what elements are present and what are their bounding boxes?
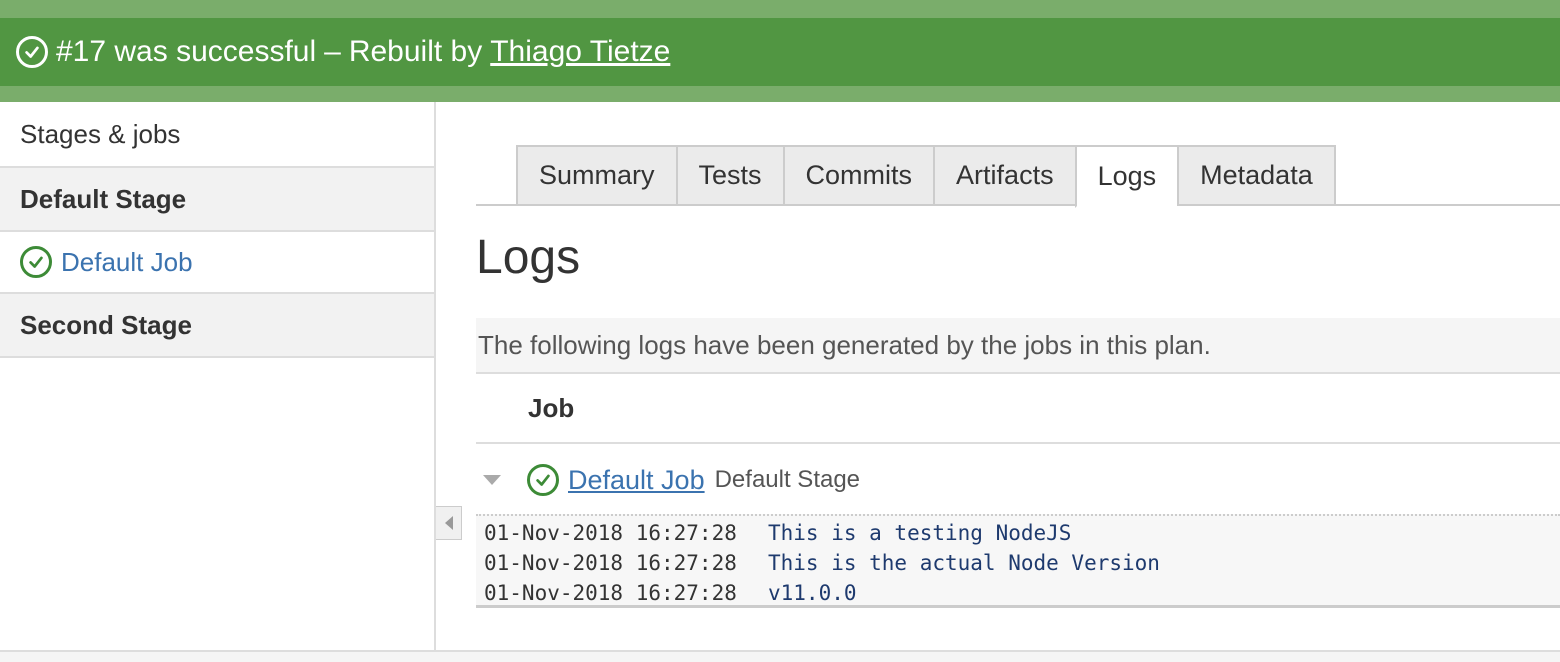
log-line: 01-Nov-2018 16:27:28 This is the actual …	[484, 548, 1552, 578]
log-output: 01-Nov-2018 16:27:28 This is a testing N…	[476, 514, 1560, 608]
main-content: Summary Tests Commits Artifacts Logs Met…	[476, 102, 1560, 650]
tab-logs[interactable]: Logs	[1074, 145, 1178, 208]
log-message: This is the actual Node Version	[768, 551, 1160, 575]
check-circle-icon	[527, 464, 559, 496]
sidebar-stage-second[interactable]: Second Stage	[0, 294, 434, 358]
job-column-header: Job	[476, 374, 1560, 444]
check-circle-icon	[20, 246, 52, 278]
log-line: 01-Nov-2018 16:27:28 This is a testing N…	[484, 518, 1552, 548]
tab-bar: Summary Tests Commits Artifacts Logs Met…	[516, 145, 1336, 208]
sidebar-collapse-button[interactable]	[436, 506, 462, 540]
log-message: This is a testing NodeJS	[768, 521, 1072, 545]
job-link[interactable]: Default Job	[568, 465, 705, 496]
tab-metadata[interactable]: Metadata	[1177, 145, 1336, 206]
page-footer-strip	[0, 650, 1560, 662]
tab-artifacts[interactable]: Artifacts	[933, 145, 1075, 206]
sidebar-header: Stages & jobs	[0, 102, 434, 168]
log-timestamp: 01-Nov-2018 16:27:28	[484, 521, 737, 545]
log-message: v11.0.0	[768, 581, 857, 605]
caret-down-icon[interactable]	[483, 475, 501, 485]
job-stage-label: Default Stage	[714, 466, 861, 493]
sidebar-job-label: Default Job	[61, 246, 193, 277]
page-description: The following logs have been generated b…	[476, 318, 1560, 374]
rebuilt-by-text: Rebuilt by	[348, 35, 483, 68]
build-status-banner: #17 was successful – Rebuilt by Thiago T…	[0, 18, 1560, 86]
job-row: Default Job Default Stage	[476, 446, 1560, 514]
sidebar-job-default-job[interactable]: Default Job	[0, 232, 434, 294]
user-link[interactable]: Thiago Tietze	[490, 35, 670, 69]
page-title: Logs	[476, 231, 581, 284]
build-status-text: #17 was successful	[56, 35, 317, 68]
check-circle-icon	[16, 36, 48, 68]
log-timestamp: 01-Nov-2018 16:27:28	[484, 581, 737, 605]
banner-separator: –	[324, 35, 341, 68]
log-timestamp: 01-Nov-2018 16:27:28	[484, 551, 737, 575]
banner-bottom-strip	[0, 86, 1560, 102]
stages-sidebar: Stages & jobs Default Stage Default Job …	[0, 102, 436, 650]
tab-summary[interactable]: Summary	[516, 145, 676, 206]
banner-top-strip	[0, 0, 1560, 18]
tab-tests[interactable]: Tests	[675, 145, 783, 206]
log-line: 01-Nov-2018 16:27:28 v11.0.0	[484, 578, 1552, 608]
tab-commits[interactable]: Commits	[782, 145, 934, 206]
sidebar-stage-default[interactable]: Default Stage	[0, 168, 434, 232]
